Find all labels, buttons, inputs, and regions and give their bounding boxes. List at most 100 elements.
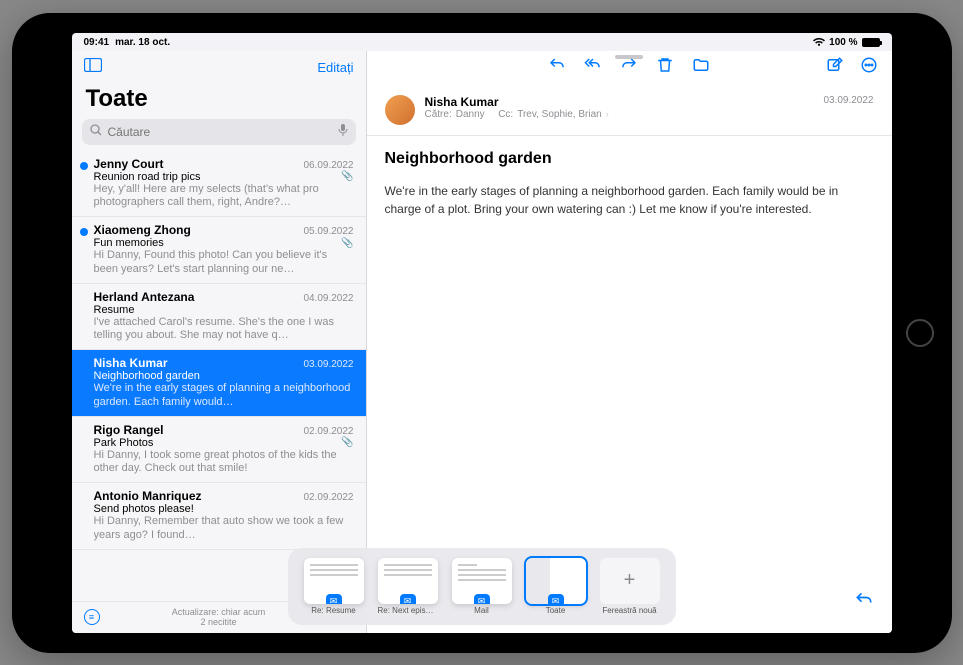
sidebar-toolbar: Editați: [72, 51, 366, 85]
shelf-item[interactable]: ✉ Re: Resume: [304, 558, 364, 615]
email-body: Neighborhood garden We're in the early s…: [367, 136, 892, 232]
message-item[interactable]: Antonio Manriquez 02.09.2022 Send photos…: [72, 483, 366, 550]
email-subject: Neighborhood garden: [385, 150, 874, 168]
shelf-thumbnail: ✉: [526, 558, 586, 604]
compose-icon[interactable]: [826, 56, 844, 79]
sidebar: Editați Toate Jenny Court 06.09.2022: [72, 51, 367, 633]
msg-subject: Resume: [94, 304, 135, 316]
cc-names: Trev, Sophie, Brian: [517, 109, 601, 120]
sidebar-toggle-icon[interactable]: [84, 58, 102, 77]
search-icon: [90, 124, 102, 139]
msg-preview: Hi Danny, I took some great photos of th…: [94, 449, 354, 477]
message-item[interactable]: Rigo Rangel 02.09.2022 Park Photos 📎 Hi …: [72, 417, 366, 484]
ipad-frame: 09:41 mar. 18 oct. 100 % Editați Toate: [12, 13, 952, 653]
move-folder-icon[interactable]: [692, 56, 710, 79]
mail-app-icon: ✉: [326, 594, 342, 604]
reply-icon[interactable]: [548, 56, 566, 79]
mic-icon[interactable]: [338, 123, 348, 140]
unread-dot-icon: [80, 228, 88, 236]
forward-icon[interactable]: [620, 56, 638, 79]
shelf-label: Fereastră nouă: [602, 606, 656, 615]
shelf-thumbnail: ✉: [304, 558, 364, 604]
shelf-label: Mail: [474, 606, 489, 615]
msg-preview: We're in the early stages of planning a …: [94, 382, 354, 410]
cc-label: Cc:: [498, 109, 513, 120]
email-from[interactable]: Nisha Kumar: [425, 95, 499, 109]
search-bar[interactable]: [82, 119, 356, 145]
msg-preview: Hi Danny, Found this photo! Can you beli…: [94, 249, 354, 277]
msg-date: 02.09.2022: [303, 492, 353, 503]
msg-subject: Fun memories: [94, 237, 164, 249]
msg-subject: Send photos please!: [94, 503, 194, 515]
status-date: mar. 18 oct.: [115, 37, 170, 48]
msg-date: 06.09.2022: [303, 160, 353, 171]
msg-date: 04.09.2022: [303, 293, 353, 304]
content-pane: Nisha Kumar 03.09.2022 Către: Danny Cc: …: [367, 51, 892, 633]
msg-preview: I've attached Carol's resume. She's the …: [94, 316, 354, 344]
msg-date: 03.09.2022: [303, 359, 353, 370]
msg-sender: Rigo Rangel: [94, 423, 164, 437]
message-item[interactable]: Herland Antezana 04.09.2022 Resume I've …: [72, 284, 366, 351]
shelf-item[interactable]: ✉ Re: Next episode's g…: [378, 558, 438, 615]
wifi-icon: [813, 38, 825, 47]
message-list: Jenny Court 06.09.2022 Reunion road trip…: [72, 151, 366, 601]
footer-status-1: Actualizare: chiar acum: [172, 607, 266, 617]
shelf-label: Toate: [546, 606, 566, 615]
status-bar: 09:41 mar. 18 oct. 100 %: [72, 33, 892, 51]
screen: 09:41 mar. 18 oct. 100 % Editați Toate: [72, 33, 892, 633]
attachment-icon: 📎: [341, 171, 353, 182]
msg-sender: Antonio Manriquez: [94, 489, 202, 503]
attachment-icon: 📎: [341, 238, 353, 249]
msg-date: 05.09.2022: [303, 226, 353, 237]
unread-dot-icon: [80, 162, 88, 170]
email-date: 03.09.2022: [823, 95, 873, 109]
msg-subject: Reunion road trip pics: [94, 171, 201, 183]
msg-subject: Neighborhood garden: [94, 370, 200, 382]
chevron-right-icon: ›: [606, 109, 609, 119]
quick-reply-icon[interactable]: [854, 590, 874, 615]
to-label: Către:: [425, 109, 452, 120]
trash-icon[interactable]: [656, 56, 674, 79]
shelf-thumbnail: ✉: [452, 558, 512, 604]
mail-app-icon: ✉: [474, 594, 490, 604]
battery-icon: [862, 38, 880, 47]
msg-sender: Xiaomeng Zhong: [94, 223, 191, 237]
to-name: Danny: [456, 109, 485, 120]
plus-icon: +: [600, 558, 660, 604]
home-button[interactable]: [906, 319, 934, 347]
message-item[interactable]: Jenny Court 06.09.2022 Reunion road trip…: [72, 151, 366, 218]
message-item[interactable]: Xiaomeng Zhong 05.09.2022 Fun memories 📎…: [72, 217, 366, 284]
shelf-item[interactable]: ✉ Mail: [452, 558, 512, 615]
email-text: We're in the early stages of planning a …: [385, 182, 874, 218]
battery-percent: 100 %: [829, 37, 857, 48]
more-icon[interactable]: [860, 56, 878, 79]
msg-sender: Jenny Court: [94, 157, 164, 171]
shelf-label: Re: Next episode's g…: [378, 606, 438, 615]
status-time: 09:41: [84, 37, 110, 48]
shelf-thumbnail: ✉: [378, 558, 438, 604]
msg-preview: Hi Danny, Remember that auto show we too…: [94, 515, 354, 543]
shelf-new-window[interactable]: + Fereastră nouă: [600, 558, 660, 615]
reply-all-icon[interactable]: [584, 56, 602, 79]
search-input[interactable]: [108, 125, 332, 139]
msg-preview: Hey, y'all! Here are my selects (that's …: [94, 183, 354, 211]
footer-status-2: 2 necitite: [200, 617, 236, 627]
email-recipients[interactable]: Către: Danny Cc: Trev, Sophie, Brian ›: [425, 109, 874, 120]
mail-app-icon: ✉: [548, 594, 564, 604]
mail-app-icon: ✉: [400, 594, 416, 604]
shelf-item[interactable]: ✉ Toate: [526, 558, 586, 615]
msg-date: 02.09.2022: [303, 426, 353, 437]
attachment-icon: 📎: [341, 437, 353, 448]
content-toolbar: [367, 51, 892, 85]
app-body: Editați Toate Jenny Court 06.09.2022: [72, 51, 892, 633]
shelf-label: Re: Resume: [311, 606, 355, 615]
avatar[interactable]: [385, 95, 415, 125]
edit-button[interactable]: Editați: [317, 60, 353, 75]
mailbox-title: Toate: [72, 85, 366, 119]
filter-button[interactable]: ≡: [84, 609, 100, 625]
msg-sender: Herland Antezana: [94, 290, 195, 304]
message-item[interactable]: Nisha Kumar 03.09.2022 Neighborhood gard…: [72, 350, 366, 417]
email-header: Nisha Kumar 03.09.2022 Către: Danny Cc: …: [367, 85, 892, 136]
msg-sender: Nisha Kumar: [94, 356, 168, 370]
app-shelf: ✉ Re: Resume ✉ Re: Next episode's g… ✉ M…: [288, 548, 676, 625]
